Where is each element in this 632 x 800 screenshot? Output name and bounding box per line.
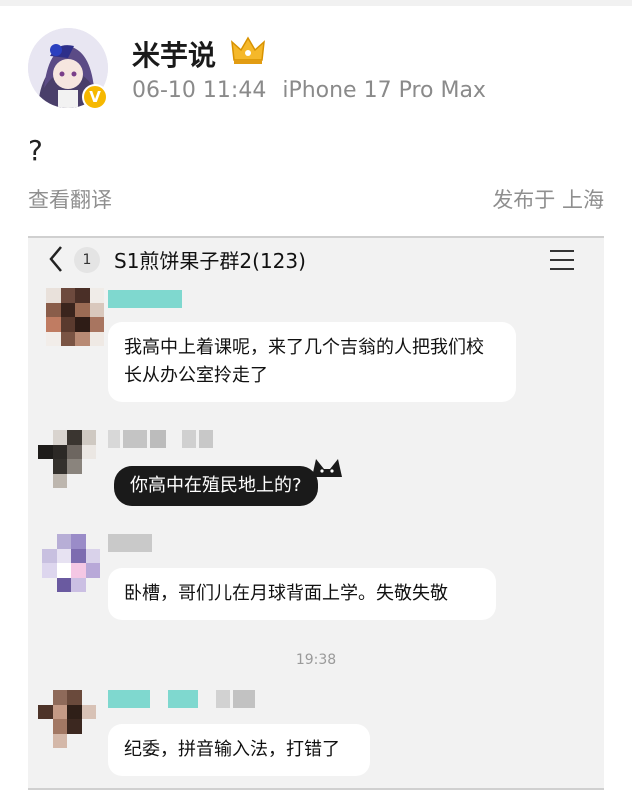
sender-name-blurred (108, 430, 213, 448)
post-date: 06-10 11:44 (132, 78, 267, 103)
group-title: S1煎饼果子群2(123) (114, 249, 306, 273)
post-location: 发布于 上海 (492, 188, 604, 212)
unread-count-badge: 1 (74, 247, 100, 273)
chat-screenshot-image[interactable]: 1 S1煎饼果子群2(123) 我高中上着课呢，来了几个吉翁的人把我们校长从办公… (28, 236, 604, 790)
message-bubble: 纪委，拼音输入法，打错了 (108, 724, 370, 776)
sender-name-blurred (108, 690, 255, 708)
sender-name-blurred (108, 290, 182, 308)
sender-name-blurred (108, 534, 152, 552)
crown-icon (231, 36, 265, 64)
sender-avatar-blurred (42, 534, 100, 592)
top-strip (0, 0, 632, 6)
translate-link[interactable]: 查看翻译 (28, 184, 112, 214)
message-bubble: 卧槽，哥们儿在月球背面上学。失敬失敬 (108, 568, 496, 620)
post-device: iPhone 17 Pro Max (282, 78, 486, 103)
message-bubble-dark: 你高中在殖民地上的? (114, 466, 318, 506)
back-chevron-icon (49, 246, 62, 272)
cat-ears-decoration (312, 459, 342, 477)
sender-avatar-blurred (38, 690, 96, 748)
chat-timestamp: 19:38 (295, 652, 337, 668)
username[interactable]: 米芋说 (132, 34, 216, 74)
sender-avatar-blurred (46, 288, 104, 346)
menu-icon (550, 250, 574, 270)
verified-badge: V (82, 84, 108, 110)
post-meta: 06-10 11:44 iPhone 17 Pro Max (132, 78, 486, 103)
message-bubble: 我高中上着课呢，来了几个吉翁的人把我们校长从办公室拎走了 (108, 322, 516, 402)
post-body: ? (28, 134, 43, 167)
chat-header: 1 S1煎饼果子群2(123) (28, 238, 604, 282)
sender-avatar-blurred (38, 430, 96, 488)
